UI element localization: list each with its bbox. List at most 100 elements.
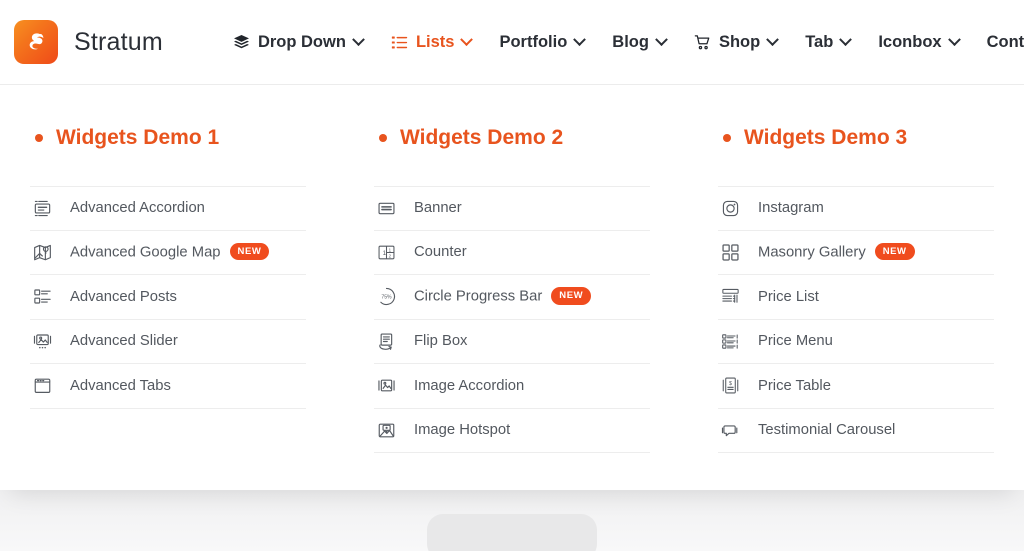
tabs-icon	[30, 374, 54, 398]
nav-label: Contact	[986, 32, 1024, 51]
list-item-image-hotspot[interactable]: Image Hotspot	[374, 409, 650, 453]
posts-icon	[30, 285, 54, 309]
svg-text:75%: 75%	[381, 295, 392, 301]
list-item-advanced-google-map[interactable]: Advanced Google Map NEW	[30, 231, 306, 275]
list-item-advanced-posts[interactable]: Advanced Posts	[30, 275, 306, 320]
mega-column-2: Widgets Demo 2 Banner 1 1 2 Counter 75% …	[340, 113, 684, 490]
nav-item-tab[interactable]: Tab	[791, 0, 864, 84]
list-item-price-list[interactable]: Price List	[718, 275, 994, 320]
list-item-testimonial-carousel[interactable]: Testimonial Carousel	[718, 409, 994, 453]
list-item-label: Banner	[414, 200, 462, 217]
cart-icon	[694, 34, 711, 51]
chevron-down-icon	[460, 32, 474, 46]
list-item-advanced-accordion[interactable]: Advanced Accordion	[30, 186, 306, 231]
nav-item-drop-down[interactable]: Drop Down	[219, 0, 377, 84]
list-item-masonry-gallery[interactable]: Masonry Gallery NEW	[718, 231, 994, 275]
widget-list-3: Instagram Masonry Gallery NEW Price List…	[718, 186, 994, 453]
chevron-down-icon	[947, 32, 961, 46]
price-table-icon: $	[718, 374, 742, 398]
bullet-dot-icon	[379, 134, 387, 142]
svg-text:1: 1	[388, 247, 391, 252]
list-item-counter[interactable]: 1 1 2 Counter	[374, 231, 650, 275]
bullet-dot-icon	[35, 134, 43, 142]
nav-item-portfolio[interactable]: Portfolio	[485, 0, 598, 84]
instagram-icon	[718, 196, 742, 220]
main-navigation: Drop Down Lists Portfolio Blog Shop Tab …	[219, 0, 1024, 84]
list-item-label: Advanced Posts	[70, 288, 177, 305]
nav-item-lists[interactable]: Lists	[377, 0, 486, 84]
status-badge-new: NEW	[551, 287, 592, 305]
brand-name: Stratum	[74, 27, 163, 56]
svg-text:2: 2	[388, 253, 391, 258]
list-item-label: Image Accordion	[414, 377, 525, 394]
column-title-text: Widgets Demo 2	[400, 126, 564, 149]
list-item-instagram[interactable]: Instagram	[718, 186, 994, 231]
column-title-text: Widgets Demo 3	[744, 126, 908, 149]
list-item-image-accordion[interactable]: Image Accordion	[374, 364, 650, 409]
list-item-circle-progress-bar[interactable]: 75% Circle Progress Bar NEW	[374, 275, 650, 320]
mega-menu-panel: Widgets Demo 1 Advanced Accordion Advanc…	[0, 84, 1024, 490]
list-item-banner[interactable]: Banner	[374, 186, 650, 231]
list-item-price-menu[interactable]: Price Menu	[718, 320, 994, 364]
nav-label: Portfolio	[499, 32, 568, 51]
list-item-label: Advanced Tabs	[70, 377, 171, 394]
status-badge-new: NEW	[874, 242, 915, 260]
nav-item-iconbox[interactable]: Iconbox	[864, 0, 972, 84]
banner-icon	[374, 196, 398, 220]
stratum-s-logo-icon	[14, 20, 58, 64]
list-item-label: Advanced Accordion	[70, 200, 205, 217]
column-title-1: Widgets Demo 1	[35, 126, 306, 150]
circle-progress-icon: 75%	[374, 285, 398, 309]
chevron-down-icon	[573, 32, 587, 46]
list-item-label: Flip Box	[414, 333, 468, 350]
slider-icon	[30, 329, 54, 353]
list-item-label: Image Hotspot	[414, 422, 511, 439]
svg-text:1: 1	[382, 250, 386, 257]
counter-icon: 1 1 2	[374, 240, 398, 264]
chevron-down-icon	[839, 32, 853, 46]
nav-label: Shop	[718, 32, 761, 51]
nav-item-blog[interactable]: Blog	[598, 0, 680, 84]
list-item-label: Price Table	[758, 377, 831, 394]
list-item-price-table[interactable]: $ Price Table	[718, 364, 994, 409]
list-item-label: Price List	[758, 288, 819, 305]
widget-list-1: Advanced Accordion Advanced Google Map NE…	[30, 186, 306, 409]
widget-list-2: Banner 1 1 2 Counter 75% Circle Progress…	[374, 186, 650, 453]
site-header: Stratum Drop Down Lists Portfolio Blog S…	[0, 0, 1024, 84]
column-title-2: Widgets Demo 2	[379, 126, 650, 150]
chevron-down-icon	[352, 32, 365, 46]
svg-text:$: $	[729, 381, 732, 387]
masonry-icon	[718, 240, 742, 264]
list-item-label: Counter	[414, 244, 467, 261]
list-item-label: Advanced Slider	[70, 333, 178, 350]
image-accordion-icon	[374, 374, 398, 398]
image-hotspot-icon	[374, 418, 398, 442]
nav-label: Blog	[612, 32, 649, 51]
column-title-3: Widgets Demo 3	[723, 126, 994, 150]
nav-label: Drop Down	[257, 32, 346, 51]
bullet-dot-icon	[723, 134, 731, 142]
price-menu-icon	[718, 329, 742, 353]
layers-icon	[233, 34, 250, 51]
list-item-label: Circle Progress Bar NEW	[414, 287, 592, 306]
chevron-down-icon	[655, 32, 668, 46]
nav-item-shop[interactable]: Shop	[680, 0, 791, 84]
chevron-down-icon	[766, 32, 780, 46]
brand-logo-link[interactable]: Stratum	[14, 20, 163, 64]
list-item-label: Testimonial Carousel	[758, 422, 896, 439]
list-item-advanced-slider[interactable]: Advanced Slider	[30, 320, 306, 364]
list-item-advanced-tabs[interactable]: Advanced Tabs	[30, 364, 306, 409]
price-list-icon	[718, 285, 742, 309]
flip-box-icon	[374, 329, 398, 353]
accordion-icon	[30, 196, 54, 220]
list-item-flip-box[interactable]: Flip Box	[374, 320, 650, 364]
page-body-background	[0, 490, 1024, 551]
nav-label: Lists	[415, 32, 455, 51]
testimonial-icon	[718, 418, 742, 442]
column-title-text: Widgets Demo 1	[56, 126, 220, 149]
list-item-label: Price Menu	[758, 333, 833, 350]
nav-label: Iconbox	[878, 32, 942, 51]
list-ul-icon	[391, 34, 408, 51]
list-item-label: Advanced Google Map NEW	[70, 242, 270, 262]
nav-item-contact[interactable]: Contact	[973, 0, 1024, 84]
